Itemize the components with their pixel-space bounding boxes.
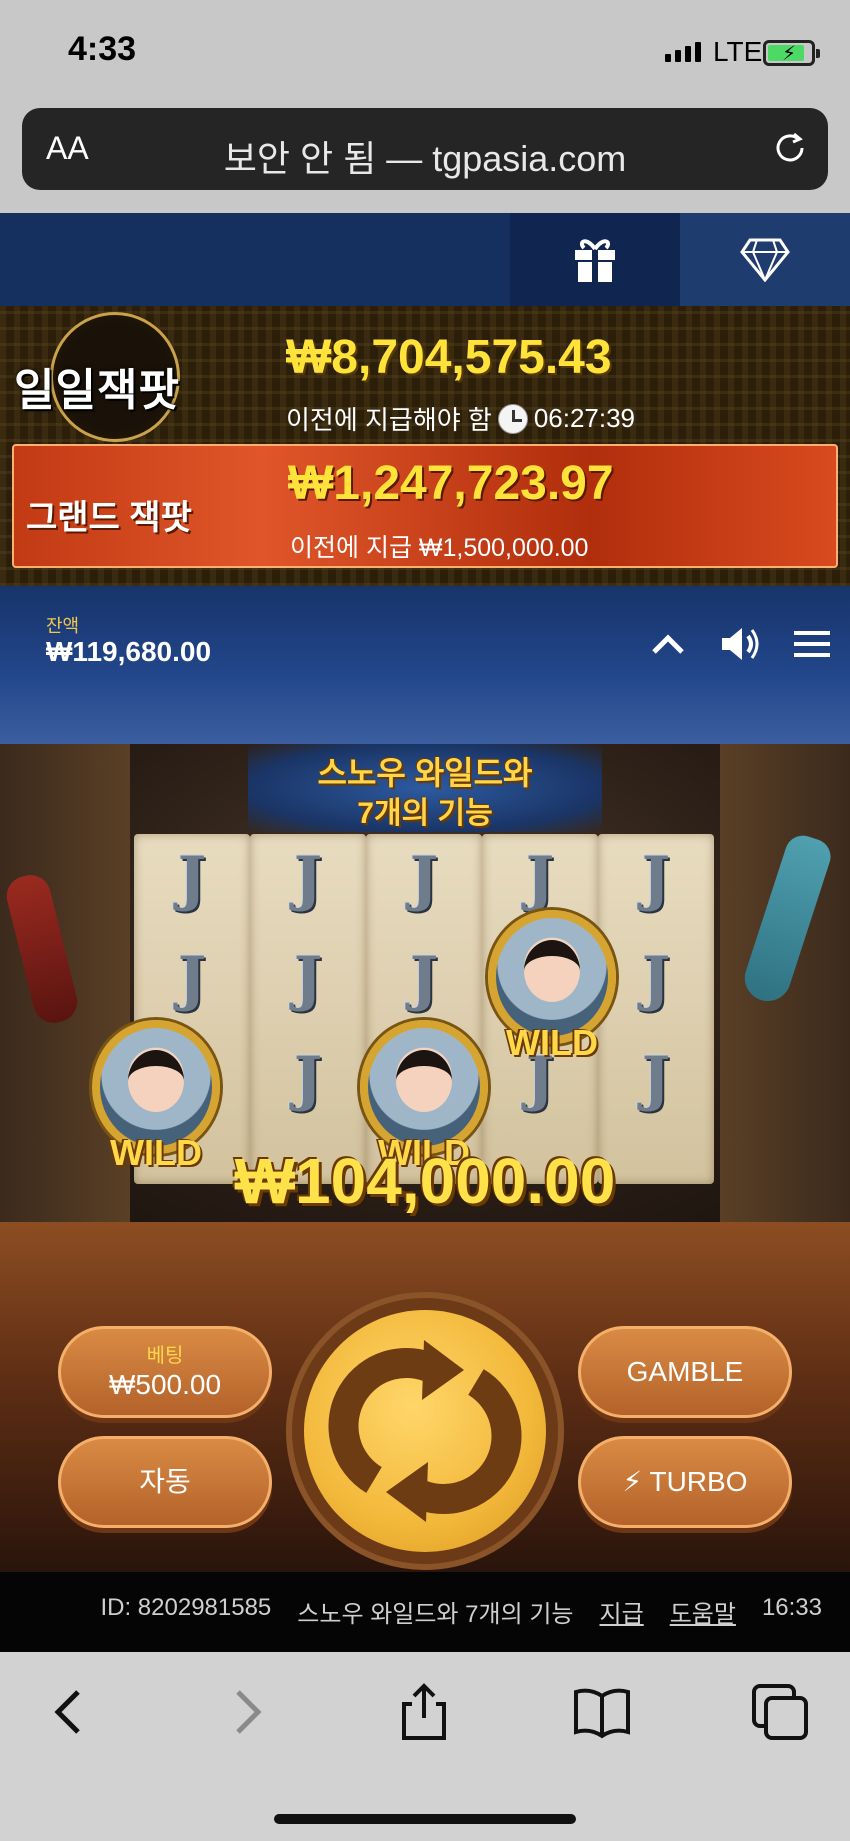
diamond-icon <box>740 238 790 282</box>
address-bar[interactable]: AA 보안 안 됨 — tgpasia.com <box>22 108 828 190</box>
status-bar: 4:33 LTE ⚡ <box>0 0 850 100</box>
browser-toolbar <box>0 1652 850 1841</box>
turbo-button[interactable]: ⚡ TURBO <box>578 1436 792 1528</box>
daily-note-text: 이전에 지급해야 함 <box>286 405 492 435</box>
info-row: ID: 8202981585 스노우 와일드와 7개의 기능 지급 도움말 16… <box>100 1594 822 1629</box>
symbol-j: J <box>293 944 323 1014</box>
symbol-j: J <box>293 1044 323 1114</box>
forward-icon[interactable] <box>216 1682 276 1742</box>
bet-button[interactable]: 베팅 ₩500.00 <box>58 1326 272 1418</box>
balance-value: ₩119,680.00 <box>46 636 212 667</box>
grand-jackpot-label: 그랜드 잭팟 <box>26 499 192 537</box>
symbol-j: J <box>177 844 207 914</box>
tabs-icon[interactable] <box>750 1682 810 1742</box>
paytable-link[interactable]: 지급 <box>600 1594 644 1629</box>
signal-icon <box>665 42 701 62</box>
share-icon[interactable] <box>394 1682 454 1742</box>
diamond-tab[interactable] <box>680 213 850 306</box>
daily-countdown: 06:27:39 <box>533 403 636 433</box>
footer-clock: 16:33 <box>761 1594 822 1621</box>
gift-tab[interactable] <box>510 213 680 306</box>
grand-jackpot-amount: ₩1,247,723.97 <box>288 457 614 510</box>
grand-jackpot-note: 이전에 지급 ₩1,500,000.00 <box>290 534 589 562</box>
help-link[interactable]: 도움말 <box>670 1594 736 1629</box>
turbo-label: TURBO <box>649 1466 748 1497</box>
gamble-label: GAMBLE <box>626 1356 744 1387</box>
wild-symbol: WILD <box>478 910 626 1070</box>
bet-value: ₩500.00 <box>108 1369 222 1400</box>
clock-icon <box>497 403 528 434</box>
balance-bar: 잔액 ₩119,680.00 <box>0 586 850 744</box>
gamble-button[interactable]: GAMBLE <box>578 1326 792 1418</box>
network-type: LTE <box>713 36 763 67</box>
auto-button[interactable]: 자동 <box>58 1436 272 1528</box>
spin-button[interactable] <box>304 1310 546 1552</box>
bet-label: 베팅 <box>146 1345 184 1367</box>
chevron-up-icon[interactable] <box>646 622 690 666</box>
balance-label: 잔액 <box>46 616 80 636</box>
volume-icon[interactable] <box>718 622 762 666</box>
symbol-j: J <box>409 844 439 914</box>
back-icon[interactable] <box>40 1682 100 1742</box>
bookmarks-icon[interactable] <box>572 1682 632 1742</box>
control-panel: 베팅 ₩500.00 자동 GAMBLE ⚡ TURBO <box>0 1222 850 1572</box>
game-title-line2: 7개의 기능 <box>357 797 493 830</box>
footer-game-name: 스노우 와일드와 7개의 기능 <box>297 1601 574 1628</box>
auto-label: 자동 <box>139 1466 191 1497</box>
symbol-j: J <box>409 944 439 1014</box>
symbol-j: J <box>177 944 207 1014</box>
gift-icon <box>575 238 615 282</box>
browser-address-area: AA 보안 안 됨 — tgpasia.com <box>0 100 850 213</box>
battery-icon: ⚡ <box>763 40 820 66</box>
reload-icon[interactable] <box>770 128 810 168</box>
home-indicator <box>274 1814 576 1824</box>
spin-icon <box>328 1340 522 1522</box>
lightning-icon: ⚡ <box>622 1466 643 1497</box>
daily-jackpot-label: 일일잭팟 <box>14 366 180 415</box>
slot-reels-area[interactable]: 스노우 와일드와 7개의 기능 J J J J J J J J J J J J … <box>0 744 850 1222</box>
symbol-j: J <box>641 844 671 914</box>
symbol-j: J <box>525 844 555 914</box>
game-title-banner: 스노우 와일드와 7개의 기능 <box>248 744 602 832</box>
game-top-bar <box>0 213 850 306</box>
spin-button-ring <box>286 1292 564 1570</box>
grand-jackpot-box: 그랜드 잭팟 ₩1,247,723.97 이전에 지급 ₩1,500,000.0… <box>12 444 838 568</box>
reel-2: J J J <box>250 834 366 1184</box>
daily-jackpot-note: 이전에 지급해야 함 06:27:39 <box>286 400 635 437</box>
url-text[interactable]: 보안 안 됨 — tgpasia.com <box>22 130 828 182</box>
symbol-j: J <box>293 844 323 914</box>
session-id: ID: 8202981585 <box>100 1594 272 1621</box>
menu-icon[interactable] <box>790 622 834 666</box>
win-amount: ₩104,000.00 <box>234 1145 616 1217</box>
wild-label: WILD <box>506 1022 598 1063</box>
daily-jackpot-amount: ₩8,704,575.43 <box>286 331 612 384</box>
jackpot-panel: 일일잭팟 ₩8,704,575.43 이전에 지급해야 함 06:27:39 그… <box>0 306 850 586</box>
status-time: 4:33 <box>68 30 137 68</box>
turbo-content: ⚡ TURBO <box>581 1439 789 1525</box>
game-info-bar: ID: 8202981585 스노우 와일드와 7개의 기능 지급 도움말 16… <box>0 1572 850 1652</box>
